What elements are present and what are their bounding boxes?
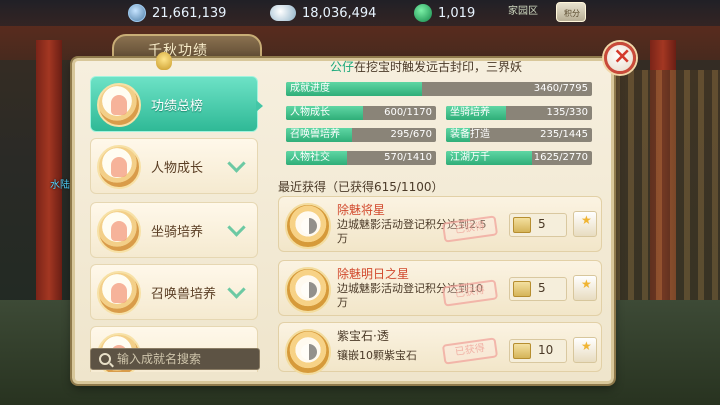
chevron-down-icon[interactable]	[227, 223, 245, 235]
progress-bar-character: 人物成长 600/1170	[286, 106, 436, 120]
category-item-mount[interactable]: 坐骑培养	[90, 202, 258, 258]
reward-badge: 10	[509, 339, 567, 363]
progress-value: 295/670	[390, 129, 432, 140]
achievement-card[interactable]: 除魅将星 边城魅影活动登记积分达到2.5万 已获得 5	[278, 196, 602, 252]
achievement-name: 紫宝石·透	[337, 329, 389, 343]
coin-icon	[128, 4, 146, 22]
currency-bar: 21,661,139 18,036,494 1,019 家园区 积分	[0, 0, 720, 26]
reward-token-icon	[513, 217, 531, 233]
area-tag: 家园区	[508, 6, 538, 17]
progress-label: 成就进度	[290, 83, 330, 94]
achievement-name: 除魅将星	[337, 203, 386, 217]
category-label: 人物成长	[151, 161, 204, 176]
progress-bar-equipment: 装备打造 235/1445	[446, 128, 592, 142]
category-label: 坐骑培养	[151, 225, 204, 240]
points-button[interactable]: 积分	[556, 2, 586, 22]
chevron-down-icon[interactable]	[227, 159, 245, 171]
category-item-total[interactable]: 功绩总榜	[90, 76, 258, 132]
progress-value: 235/1445	[540, 129, 588, 140]
category-emblem-icon	[97, 209, 141, 253]
progress-label: 江湖万千	[450, 152, 490, 163]
currency-value: 1,019	[438, 5, 476, 21]
achievement-medal-icon	[285, 267, 331, 313]
close-button[interactable]: ×	[604, 42, 636, 74]
category-item-character[interactable]: 人物成长	[90, 138, 258, 194]
search-icon	[99, 353, 111, 365]
category-list: 功绩总榜 人物成长 坐骑培养 召唤兽培养	[90, 76, 260, 372]
category-item-summon[interactable]: 召唤兽培养	[90, 264, 258, 320]
achievement-medal-icon	[285, 329, 331, 375]
progress-value: 600/1170	[384, 107, 432, 118]
chevron-down-icon[interactable]	[227, 285, 245, 297]
headline-player-name[interactable]: 公仔	[330, 60, 354, 74]
reward-badge: 5	[509, 277, 567, 301]
currency-value: 21,661,139	[152, 5, 227, 21]
reward-token-icon	[513, 343, 531, 359]
reward-amount: 5	[538, 217, 546, 231]
scene-location-label: 水陆	[50, 180, 70, 191]
active-category-pointer-icon	[256, 100, 263, 112]
progress-value: 3460/7795	[533, 83, 588, 94]
obtained-stamp: 已获得	[441, 337, 499, 365]
achievement-card[interactable]: 紫宝石·透 镶嵌10颗紫宝石 已获得 10	[278, 322, 602, 375]
close-icon: ×	[613, 44, 632, 69]
achievement-medal-icon	[285, 203, 331, 249]
reward-badge: 5	[509, 213, 567, 237]
share-scroll-icon[interactable]	[573, 211, 597, 237]
progress-bar-social: 人物社交 570/1410	[286, 151, 436, 165]
progress-label: 召唤兽培养	[290, 129, 340, 140]
category-label: 功绩总榜	[151, 99, 204, 114]
progress-label: 装备打造	[450, 129, 490, 140]
silver-ingot-icon	[270, 5, 296, 21]
recent-achievements-title: 最近获得（已获得615/1100）	[278, 180, 444, 194]
currency-jade: 1,019	[414, 3, 475, 23]
progress-bar-overall: 成就进度 3460/7795	[286, 82, 592, 96]
category-emblem-icon	[97, 145, 141, 189]
progress-bar-summon: 召唤兽培养 295/670	[286, 128, 436, 142]
progress-value: 570/1410	[384, 152, 432, 163]
currency-silver: 18,036,494	[270, 3, 376, 23]
progress-value: 1625/2770	[533, 152, 588, 163]
achievement-card[interactable]: 除魅明日之星 边城魅影活动登记积分达到10万 已获得 5	[278, 260, 602, 316]
currency-coin: 21,661,139	[128, 3, 226, 23]
headline-text: 在挖宝时触发远古封印，三界妖	[354, 60, 523, 74]
share-scroll-icon[interactable]	[573, 275, 597, 301]
reward-token-icon	[513, 281, 531, 297]
reward-amount: 5	[538, 281, 546, 295]
share-scroll-icon[interactable]	[573, 337, 597, 363]
bell-icon	[156, 52, 172, 70]
category-emblem-icon	[97, 83, 141, 127]
headline-broadcast: 公仔在挖宝时触发远古封印，三界妖	[330, 58, 522, 75]
points-button-label: 积分	[564, 9, 580, 18]
achievement-search[interactable]	[90, 348, 260, 370]
progress-label: 人物成长	[290, 107, 330, 118]
progress-label: 坐骑培养	[450, 107, 490, 118]
category-emblem-icon	[97, 271, 141, 315]
achievement-name: 除魅明日之星	[337, 267, 410, 281]
jade-icon	[414, 4, 432, 22]
progress-bar-mount: 坐骑培养 135/330	[446, 106, 592, 120]
currency-value: 18,036,494	[302, 5, 377, 21]
search-input[interactable]	[117, 352, 247, 366]
progress-value: 135/330	[546, 107, 588, 118]
progress-label: 人物社交	[290, 152, 330, 163]
category-label: 召唤兽培养	[151, 287, 217, 302]
progress-bar-jianghu: 江湖万千 1625/2770	[446, 151, 592, 165]
reward-amount: 10	[538, 343, 554, 357]
